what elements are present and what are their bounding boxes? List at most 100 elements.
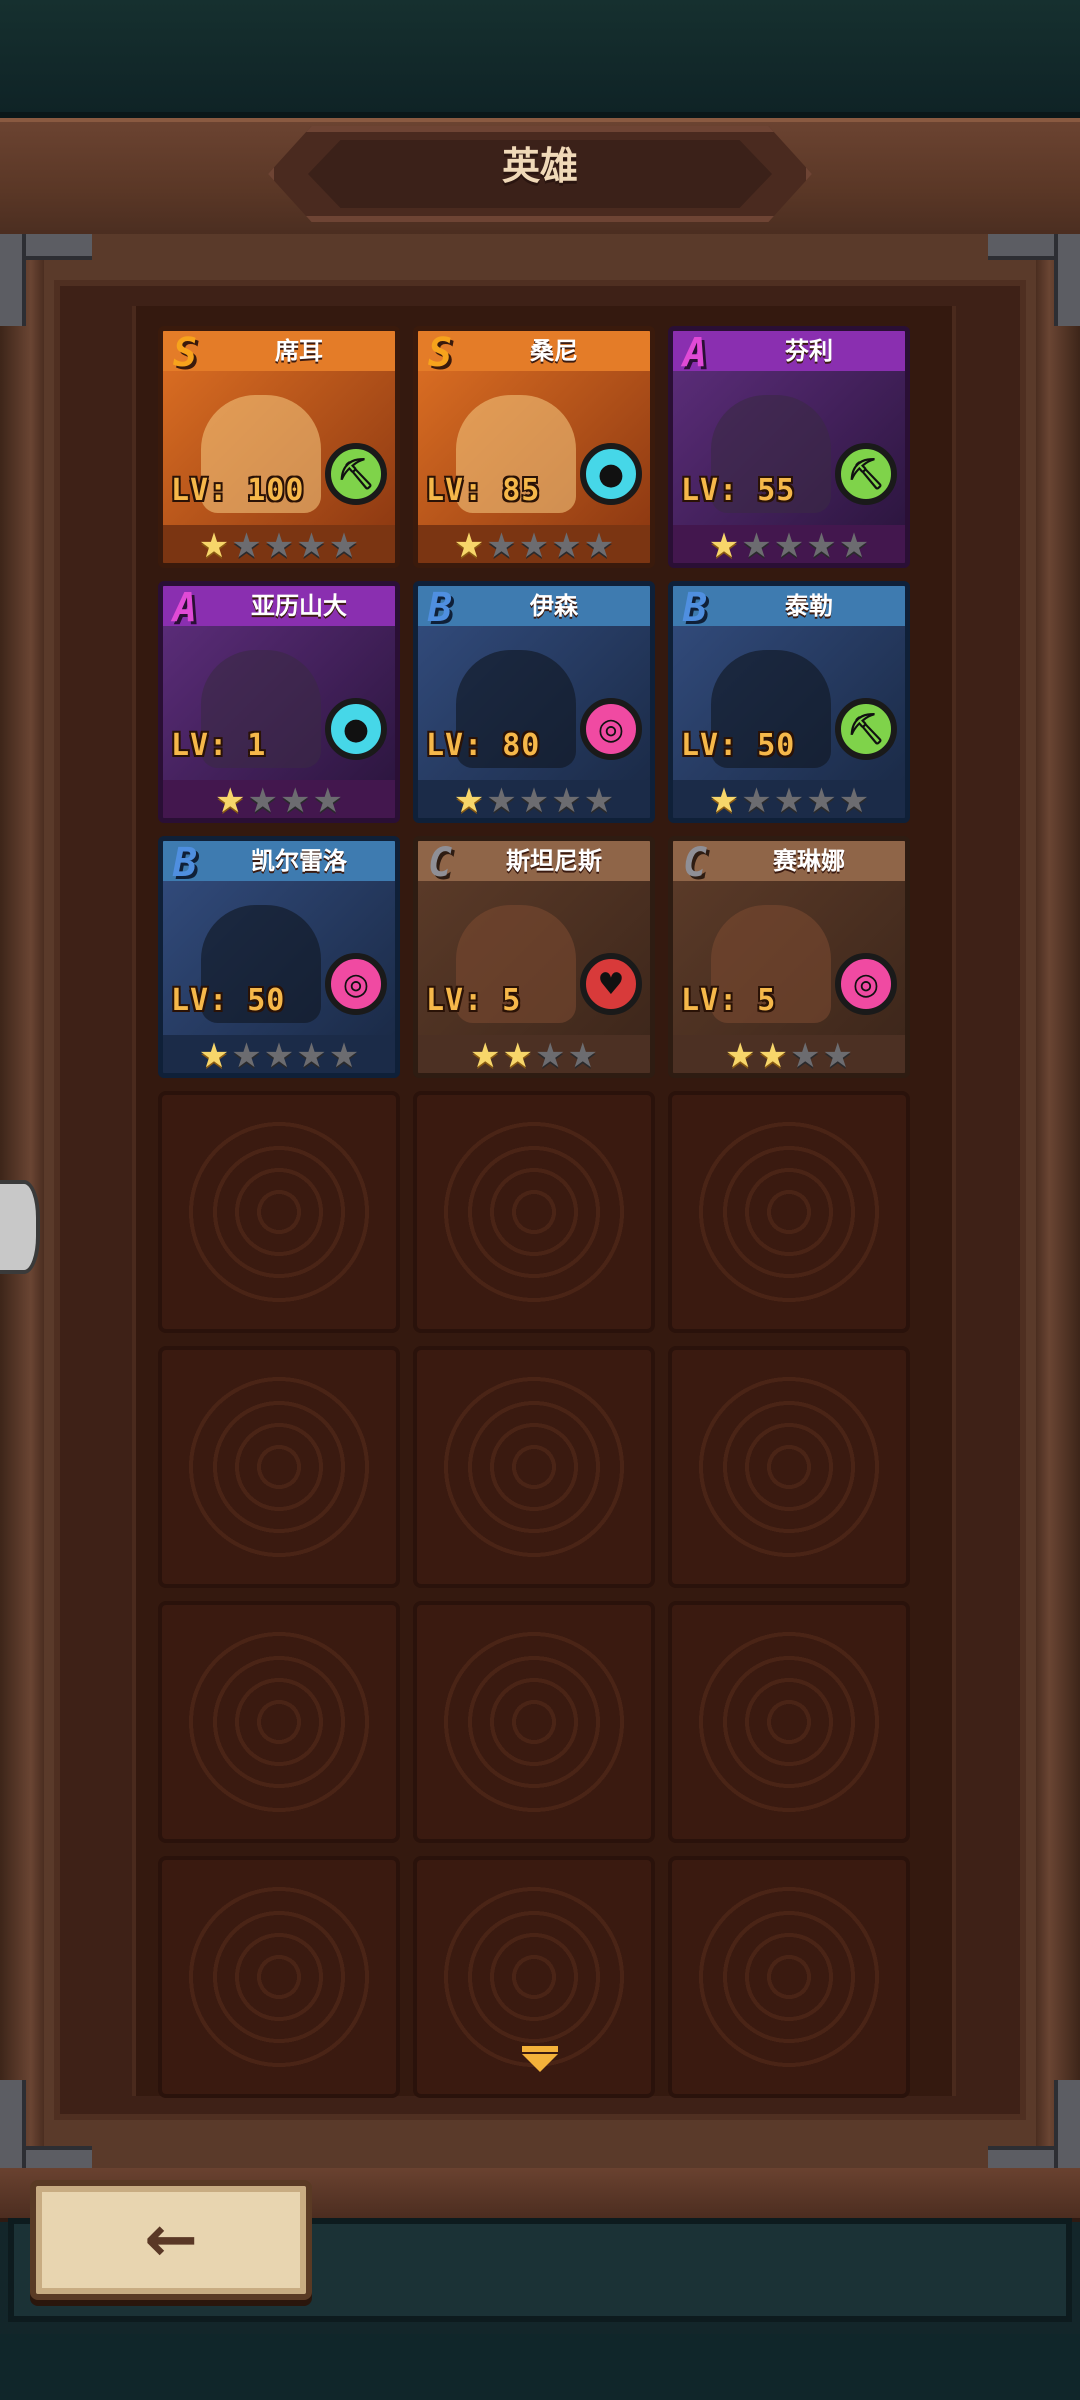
star-empty-icon: ★ <box>231 1036 262 1076</box>
hero-card[interactable]: C 赛琳娜 LV: 5 ◎ ★ ★ ★ ★ <box>668 836 910 1078</box>
hero-card[interactable]: A 亚历山大 LV: 1 ● ★ ★ ★ ★ <box>158 581 400 823</box>
star-empty-icon: ★ <box>583 526 615 566</box>
hero-level: LV: 55 <box>681 473 796 508</box>
hero-grade-badge: S <box>427 330 453 376</box>
hero-card[interactable]: S 席耳 LV: 100 ⛏ ★ ★ ★ ★ ★ <box>158 326 400 568</box>
hero-grade-badge: A <box>172 585 198 631</box>
chevron-down-icon[interactable] <box>522 2046 558 2072</box>
star-empty-icon: ★ <box>741 781 772 821</box>
star-empty-icon: ★ <box>486 781 517 821</box>
star-empty-icon: ★ <box>822 1036 853 1076</box>
star-empty-icon: ★ <box>263 1036 295 1076</box>
star-empty-icon: ★ <box>231 526 262 566</box>
star-filled-icon: ★ <box>757 1036 788 1076</box>
star-empty-icon: ★ <box>806 781 837 821</box>
hero-grade-badge: C <box>427 840 453 886</box>
hero-star-rating: ★ ★ ★ ★ ★ <box>673 780 905 821</box>
hero-grade-badge: B <box>427 585 453 631</box>
star-empty-icon: ★ <box>583 781 615 821</box>
star-empty-icon: ★ <box>567 1036 598 1076</box>
hero-name: 芬利 <box>785 337 833 365</box>
empty-hero-slot <box>413 1601 655 1843</box>
empty-hero-slot <box>158 1856 400 2098</box>
star-filled-icon: ★ <box>453 526 485 566</box>
star-empty-icon: ★ <box>247 781 278 821</box>
hero-name: 凯尔雷洛 <box>251 847 347 875</box>
pickaxe-icon: ⛏ <box>835 443 897 505</box>
star-empty-icon: ★ <box>773 526 805 566</box>
empty-hero-slot <box>668 1346 910 1588</box>
star-filled-icon: ★ <box>198 1036 230 1076</box>
star-empty-icon: ★ <box>838 526 870 566</box>
hero-grade-badge: C <box>682 840 708 886</box>
page-title: 英雄 <box>501 144 578 188</box>
hero-star-rating: ★ ★ ★ ★ ★ <box>163 1035 395 1076</box>
hero-name: 席耳 <box>275 337 323 365</box>
star-empty-icon: ★ <box>551 526 582 566</box>
hero-card[interactable]: S 桑尼 LV: 85 ● ★ ★ ★ ★ ★ <box>413 326 655 568</box>
corner-bracket-top-right <box>988 234 1080 326</box>
hero-level: LV: 1 <box>171 728 267 763</box>
pickaxe-icon: ⛏ <box>835 698 897 760</box>
hero-name: 斯坦尼斯 <box>506 847 602 875</box>
star-empty-icon: ★ <box>296 526 327 566</box>
hero-level: LV: 100 <box>171 473 305 508</box>
star-filled-icon: ★ <box>502 1036 533 1076</box>
empty-hero-slot <box>158 1346 400 1588</box>
star-filled-icon: ★ <box>198 526 230 566</box>
hero-card[interactable]: B 泰勒 LV: 50 ⛏ ★ ★ ★ ★ ★ <box>668 581 910 823</box>
heart-icon: ♥ <box>580 953 642 1015</box>
hero-star-rating: ★ ★ ★ ★ <box>418 1035 650 1076</box>
star-empty-icon: ★ <box>790 1036 821 1076</box>
top-status-band <box>0 0 1080 118</box>
hero-level: LV: 5 <box>681 983 777 1018</box>
hero-name: 伊森 <box>530 592 578 620</box>
star-empty-icon: ★ <box>551 781 582 821</box>
back-button[interactable]: ← <box>30 2180 312 2300</box>
hero-grade-badge: A <box>682 330 708 376</box>
empty-hero-slot <box>668 1856 910 2098</box>
water-drop-icon: ● <box>580 443 642 505</box>
star-empty-icon: ★ <box>773 781 805 821</box>
hero-level: LV: 50 <box>171 983 286 1018</box>
side-character-peek <box>0 1180 40 1274</box>
star-empty-icon: ★ <box>296 1036 327 1076</box>
hero-card[interactable]: A 芬利 LV: 55 ⛏ ★ ★ ★ ★ ★ <box>668 326 910 568</box>
target-icon: ◎ <box>835 953 897 1015</box>
hero-name: 泰勒 <box>785 592 833 620</box>
empty-hero-slot <box>158 1091 400 1333</box>
star-filled-icon: ★ <box>470 1036 501 1076</box>
hero-level: LV: 85 <box>426 473 541 508</box>
hero-card[interactable]: B 凯尔雷洛 LV: 50 ◎ ★ ★ ★ ★ ★ <box>158 836 400 1078</box>
hero-card[interactable]: C 斯坦尼斯 LV: 5 ♥ ★ ★ ★ ★ <box>413 836 655 1078</box>
star-filled-icon: ★ <box>708 781 740 821</box>
frame-right-edge <box>1036 234 1080 2178</box>
star-empty-icon: ★ <box>806 526 837 566</box>
star-empty-icon: ★ <box>838 781 870 821</box>
star-empty-icon: ★ <box>328 526 360 566</box>
target-icon: ◎ <box>580 698 642 760</box>
target-icon: ◎ <box>325 953 387 1015</box>
empty-hero-slot <box>668 1091 910 1333</box>
hero-star-rating: ★ ★ ★ ★ <box>673 1035 905 1076</box>
hero-card[interactable]: B 伊森 LV: 80 ◎ ★ ★ ★ ★ ★ <box>413 581 655 823</box>
star-empty-icon: ★ <box>741 526 772 566</box>
star-filled-icon: ★ <box>708 526 740 566</box>
star-empty-icon: ★ <box>486 526 517 566</box>
water-drop-icon: ● <box>325 698 387 760</box>
star-empty-icon: ★ <box>518 526 550 566</box>
hero-name: 亚历山大 <box>251 592 347 620</box>
hero-star-rating: ★ ★ ★ ★ ★ <box>418 525 650 566</box>
hero-name: 赛琳娜 <box>773 847 845 875</box>
star-empty-icon: ★ <box>535 1036 566 1076</box>
back-arrow-icon: ← <box>144 2203 198 2277</box>
empty-hero-slot <box>413 1091 655 1333</box>
star-empty-icon: ★ <box>328 1036 360 1076</box>
pickaxe-icon: ⛏ <box>325 443 387 505</box>
hero-grade-badge: S <box>172 330 198 376</box>
hero-star-rating: ★ ★ ★ ★ <box>163 780 395 821</box>
hero-level: LV: 50 <box>681 728 796 763</box>
hero-grade-badge: B <box>682 585 708 631</box>
hero-star-rating: ★ ★ ★ ★ ★ <box>418 780 650 821</box>
corner-bracket-bottom-right <box>988 2080 1080 2172</box>
